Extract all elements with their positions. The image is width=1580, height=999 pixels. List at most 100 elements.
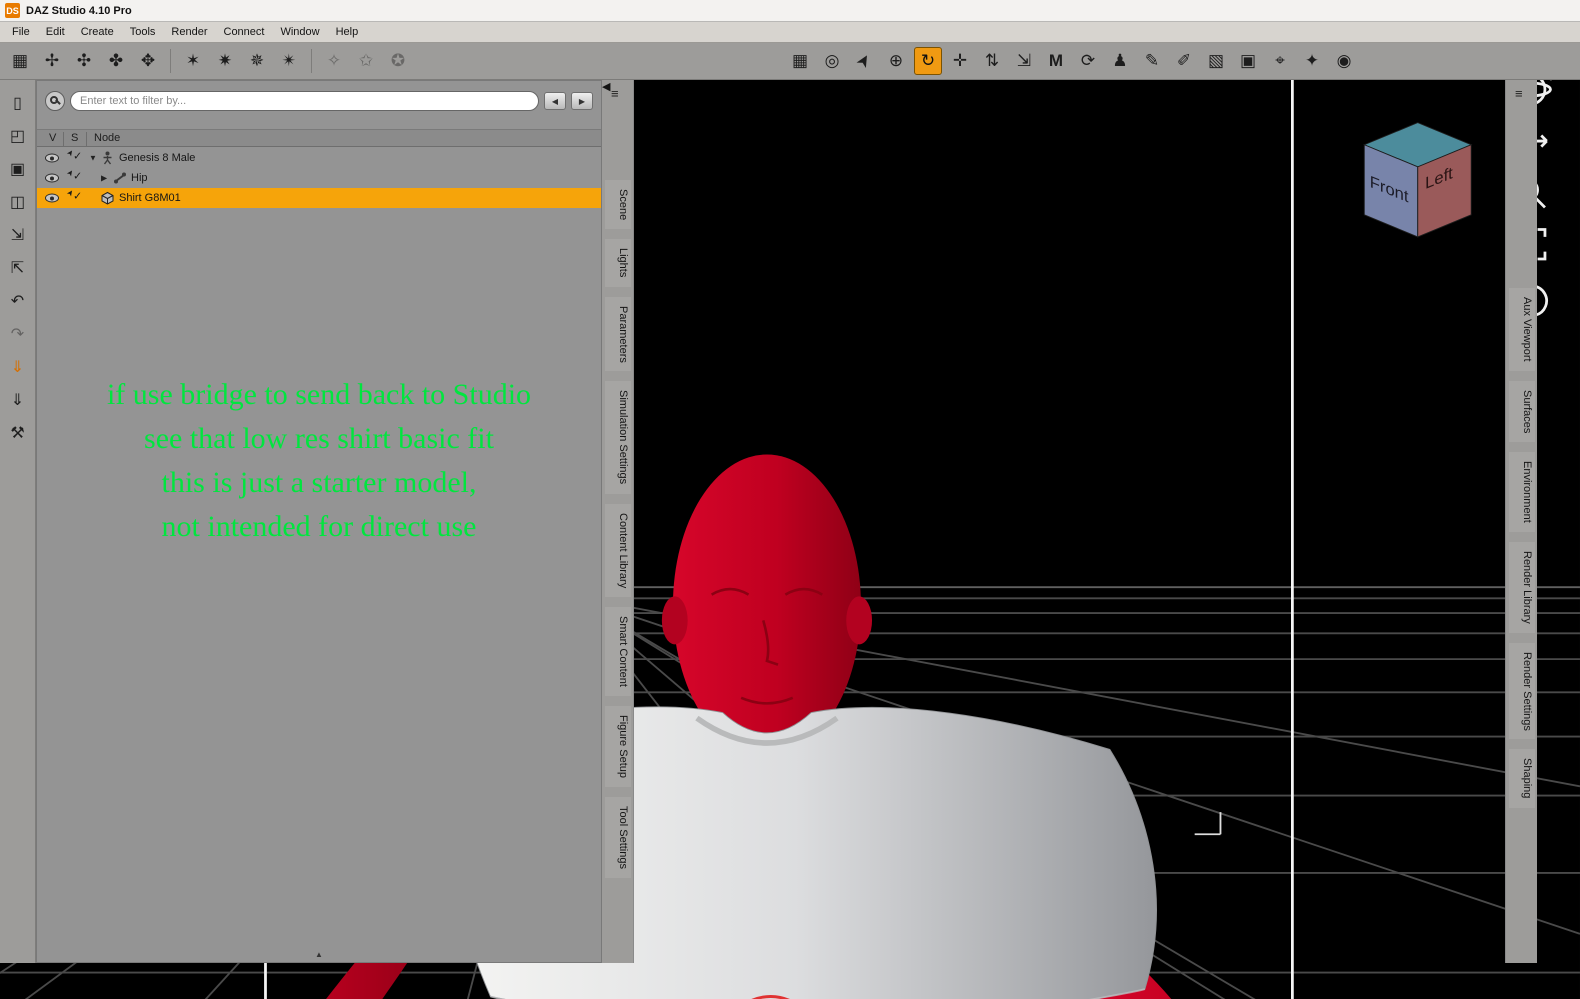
right-tab-strip: ≡ Aux Viewport Surfaces Environment Rend… [1505,80,1537,963]
activepose-tool-icon[interactable]: M [1042,47,1070,75]
import-file-icon[interactable]: ⇲ [6,224,30,246]
sync-content-icon[interactable]: ⇓ [6,389,30,411]
pane-options-icon[interactable]: ≡ [611,86,619,101]
geometry-editor-icon[interactable]: ▧ [1202,47,1230,75]
main-toolbar: ▦ ✢ ✣ ✤ ✥ ✶ ✷ ✵ ✴ ✧ ✩ ✪ ▦ ◎ ➤ ⊕ ↻ ✛ ⇅ ⇲ … [0,43,1580,80]
geometry-brush-icon[interactable]: ✐ [1170,47,1198,75]
title-bar: DS DAZ Studio 4.10 Pro [0,0,1580,22]
tab-aux-viewport[interactable]: Aux Viewport [1509,288,1535,371]
window-title: DAZ Studio 4.10 Pro [26,4,132,17]
new-file-icon[interactable]: ▯ [6,92,30,114]
menu-help[interactable]: Help [328,23,367,41]
tab-smart-content[interactable]: Smart Content [605,606,631,696]
filter-back-button[interactable]: ◀ [544,92,566,110]
expand-arrow-icon[interactable]: ▼ [89,154,97,163]
column-node: Node [94,132,121,144]
posing-icon[interactable]: ♟ [1106,47,1134,75]
tab-scene[interactable]: Scene [605,180,631,230]
tab-tool-settings[interactable]: Tool Settings [605,796,631,878]
tab-shaping[interactable]: Shaping [1509,749,1535,808]
node-tool-disabled-1[interactable]: ✧ [320,47,348,75]
parent-node-icon[interactable]: ✶ [179,47,207,75]
install-content-icon[interactable]: ⇓ [6,356,30,378]
tab-simulation-settings[interactable]: Simulation Settings [605,381,631,494]
menu-file[interactable]: File [4,23,38,41]
tab-figure-setup[interactable]: Figure Setup [605,705,631,787]
orbit-rotate-icon[interactable]: ↻ [914,47,942,75]
align-node-icon[interactable]: ✷ [211,47,239,75]
search-icon[interactable] [45,91,65,111]
export-file-icon[interactable]: ⇱ [6,257,30,279]
tab-surfaces[interactable]: Surfaces [1509,380,1535,443]
selectable-cursor-icon[interactable] [67,170,83,185]
node-label[interactable]: Shirt G8M01 [119,192,181,204]
save-as-icon[interactable]: ◫ [6,191,30,213]
prop-cube-icon [101,191,114,205]
visibility-eye-icon[interactable] [45,153,59,163]
green-annotation-text: if use bridge to send back to Studio see… [106,378,532,543]
column-selectable: S [71,132,79,144]
visibility-eye-icon[interactable] [45,193,59,203]
create-light-icon[interactable]: ✤ [102,47,130,75]
snap-node-icon[interactable]: ✵ [243,47,271,75]
scene-tree: ▼ Genesis 8 Male ▶ Hip [37,148,601,208]
scene-pane: ◀ ▶ V S Node ▼ Genesis 8 Male [36,80,602,963]
selectable-cursor-icon[interactable] [67,190,83,205]
tab-render-library[interactable]: Render Library [1509,541,1535,633]
scene-node-row-genesis[interactable]: ▼ Genesis 8 Male [37,148,601,168]
menu-tools[interactable]: Tools [122,23,164,41]
redo-icon[interactable]: ↷ [6,323,30,345]
view-cube[interactable]: Front Left [1363,122,1473,238]
node-tool-disabled-3[interactable]: ✪ [384,47,412,75]
menu-window[interactable]: Window [272,23,327,41]
camera-icon[interactable]: ◉ [1330,47,1358,75]
menu-create[interactable]: Create [73,23,122,41]
customize-tool-icon[interactable]: ⚒ [6,422,30,444]
create-node-icon[interactable]: ✢ [38,47,66,75]
node-label[interactable]: Hip [131,172,148,184]
selectable-cursor-icon[interactable] [67,150,83,165]
tab-environment[interactable]: Environment [1509,452,1535,532]
scale-tool-icon[interactable]: ⇲ [1010,47,1038,75]
filter-forward-button[interactable]: ▶ [571,92,593,110]
universal-tool-icon[interactable]: ✛ [946,47,974,75]
content-grid-icon[interactable]: ▦ [6,47,34,75]
spot-render-icon[interactable]: ⌖ [1266,47,1294,75]
tab-render-settings[interactable]: Render Settings [1509,642,1535,740]
scene-node-row-shirt[interactable]: Shirt G8M01 [37,188,601,208]
render-icon[interactable]: ▣ [1234,47,1262,75]
viewport-style-icon[interactable]: ▦ [786,47,814,75]
visibility-eye-icon[interactable] [45,173,59,183]
render-settings-icon[interactable]: ✦ [1298,47,1326,75]
scene-tree-header: V S Node [37,129,601,147]
create-null-icon[interactable]: ✥ [134,47,162,75]
splitter-collapse-icon[interactable]: ◀ [602,81,610,93]
undo-icon[interactable]: ↶ [6,290,30,312]
aim-at-icon[interactable]: ◎ [818,47,846,75]
filter-input[interactable] [70,91,539,111]
translate-tool-icon[interactable]: ⇅ [978,47,1006,75]
pane-options-icon[interactable]: ≡ [1515,86,1523,101]
scene-node-row-hip[interactable]: ▶ Hip [37,168,601,188]
node-label[interactable]: Genesis 8 Male [119,152,195,164]
menu-edit[interactable]: Edit [38,23,73,41]
menu-render[interactable]: Render [163,23,215,41]
expand-arrow-icon[interactable]: ▶ [101,174,107,183]
file-toolbar: ▯ ◰ ▣ ◫ ⇲ ⇱ ↶ ↷ ⇓ ⇓ ⚒ [0,80,36,963]
panel-collapse-handle[interactable]: ▲ [315,950,323,959]
ik-chain-icon[interactable]: ✴ [275,47,303,75]
figure-rotate-icon[interactable]: ⟳ [1074,47,1102,75]
save-file-icon[interactable]: ▣ [6,158,30,180]
open-file-icon[interactable]: ◰ [6,125,30,147]
tab-parameters[interactable]: Parameters [605,296,631,372]
left-tab-strip: ≡ Scene Lights Parameters Simulation Set… [602,80,634,963]
menu-connect[interactable]: Connect [216,23,273,41]
node-tool-disabled-2[interactable]: ✩ [352,47,380,75]
node-select-icon[interactable]: ➤ [850,47,878,75]
rotate-select-icon[interactable]: ⊕ [882,47,910,75]
tab-content-library[interactable]: Content Library [605,503,631,597]
surface-brush-icon[interactable]: ✎ [1138,47,1166,75]
column-visible: V [49,132,57,144]
tab-lights[interactable]: Lights [605,239,631,287]
create-camera-icon[interactable]: ✣ [70,47,98,75]
